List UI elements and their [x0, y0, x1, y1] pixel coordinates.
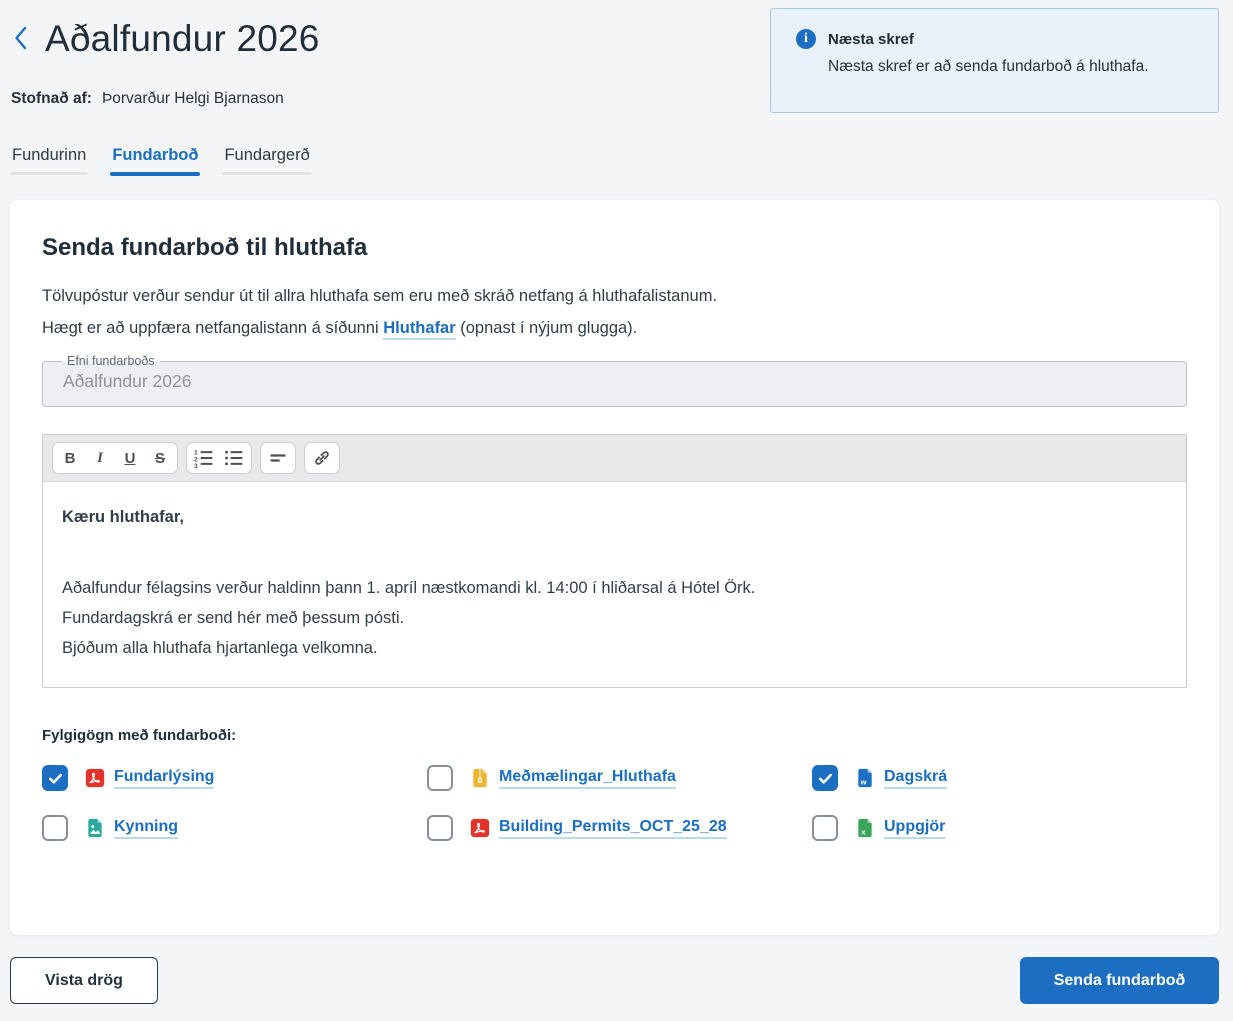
image-file-icon — [85, 818, 105, 838]
link-icon — [312, 448, 332, 468]
shareholders-link[interactable]: Hluthafar — [383, 319, 456, 340]
save-draft-button[interactable]: Vista drög — [10, 957, 158, 1004]
attachment-link[interactable]: Dagskrá — [884, 768, 948, 789]
attachment-checkbox[interactable] — [427, 815, 453, 841]
attachments-label: Fylgigögn með fundarboði: — [42, 727, 237, 744]
send-invitation-card: Senda fundarboð til hluthafa Tölvupóstur… — [10, 200, 1219, 935]
checkmark-icon — [817, 770, 834, 787]
bold-icon: B — [64, 449, 76, 467]
subject-field-label: Efni fundarboðs — [67, 354, 155, 368]
align-left-button[interactable] — [263, 444, 293, 472]
attachment-checkbox[interactable] — [427, 765, 453, 791]
created-by-value: Þorvarður Helgi Bjarnason — [101, 90, 284, 107]
zip-file-icon — [470, 768, 490, 788]
tab-fundarbo-[interactable]: Fundarboð — [110, 146, 201, 176]
page-title: Aðalfundur 2026 — [45, 18, 320, 59]
attachment-item: x Uppgjör — [812, 815, 1187, 841]
editor-toolbar: B I US 123 — [43, 435, 1186, 482]
created-by: Stofnað af: Þorvarður Helgi Bjarnason — [11, 90, 284, 108]
tab-label: Fundarboð — [112, 146, 199, 164]
infobox-title: Næsta skref — [828, 30, 914, 48]
pdf-file-icon — [85, 768, 105, 788]
svg-text:3: 3 — [194, 463, 198, 468]
toolbar-button-group: B I US — [52, 442, 178, 474]
link-button[interactable] — [307, 444, 337, 472]
editor-line: Fundardagskrá er send hér með þessum pós… — [62, 609, 405, 627]
tab-bar: Fundurinn Fundarboð Fundargerð — [10, 146, 312, 176]
attachment-item: Building_Permits_OCT_25_28 — [427, 815, 812, 841]
attachment-item: w Dagskrá — [812, 765, 1187, 791]
info-icon: i — [796, 29, 816, 49]
attachment-item: Fundarlýsing — [42, 765, 427, 791]
tab-underline — [222, 172, 312, 175]
editor-line: Bjóðum alla hluthafa hjartanlega velkomn… — [62, 639, 378, 657]
tab-underline — [10, 172, 89, 175]
word-file-icon: w — [855, 768, 875, 788]
tab-fundurinn[interactable]: Fundurinn — [10, 146, 89, 176]
italic-button[interactable]: I — [85, 444, 115, 472]
bullet-list-icon — [224, 448, 244, 468]
italic-icon: I — [97, 449, 103, 466]
editor-line: Aðalfundur félagsins verður haldinn þann… — [62, 579, 756, 597]
attachment-link[interactable]: Kynning — [114, 818, 178, 839]
checkmark-icon — [47, 770, 64, 787]
back-button[interactable] — [12, 24, 29, 55]
pdf-file-icon — [470, 818, 490, 838]
meeting-invitation-page: Aðalfundur 2026 Stofnað af: Þorvarður Hel… — [0, 0, 1233, 1021]
editor-body[interactable]: Kæru hluthafar, Aðalfundur félagsins ver… — [43, 482, 1186, 687]
description-line-2: Hægt er að uppfæra netfangalistann á síð… — [42, 319, 1187, 340]
underline-icon: U — [124, 449, 136, 467]
tab-label: Fundargerð — [224, 146, 310, 164]
chevron-left-icon — [14, 26, 27, 53]
toolbar-button-group: 123 — [186, 442, 252, 474]
underline-button[interactable]: U — [115, 444, 145, 472]
next-step-infobox: i Næsta skref Næsta skref er að senda fu… — [770, 8, 1219, 113]
description-line-2-suffix: (opnast í nýjum glugga). — [455, 319, 638, 337]
toolbar-button-group — [260, 442, 296, 474]
attachments-grid: Fundarlýsing Meðmælingar_Hluthafa w Dagskrá… — [42, 765, 1187, 841]
attachment-link[interactable]: Fundarlýsing — [114, 768, 215, 789]
attachment-link[interactable]: Meðmælingar_Hluthafa — [499, 768, 676, 789]
strikethrough-icon: S — [154, 449, 165, 467]
svg-text:w: w — [860, 777, 867, 786]
attachment-item: Kynning — [42, 815, 427, 841]
header: Aðalfundur 2026 — [12, 18, 320, 60]
description-line-1: Tölvupóstur verður sendur út til allra h… — [42, 287, 718, 305]
created-by-label: Stofnað af: — [11, 90, 92, 107]
attachment-checkbox[interactable] — [42, 815, 68, 841]
bold-button[interactable]: B — [55, 444, 85, 472]
attachment-checkbox[interactable] — [42, 765, 68, 791]
tab-label: Fundurinn — [12, 146, 87, 164]
editor-greeting: Kæru hluthafar, — [62, 508, 184, 526]
excel-file-icon: x — [855, 818, 875, 838]
strikethrough-button[interactable]: S — [145, 444, 175, 472]
attachment-checkbox[interactable] — [812, 765, 838, 791]
card-title: Senda fundarboð til hluthafa — [42, 234, 368, 261]
toolbar-button-group — [304, 442, 340, 474]
ordered-list-icon: 123 — [194, 448, 214, 468]
align-left-icon — [268, 448, 288, 468]
ordered-list-button[interactable]: 123 — [189, 444, 219, 472]
footer-actions: Vista drög Senda fundarboð — [10, 957, 1219, 1004]
infobox-text: Næsta skref er að senda fundarboð á hlut… — [828, 58, 1149, 75]
tab-fundarger-[interactable]: Fundargerð — [222, 146, 312, 176]
rich-text-editor: B I US 123 Kæru hluthafar, Aðalfundur félag… — [42, 434, 1187, 688]
send-invitation-button[interactable]: Senda fundarboð — [1020, 957, 1219, 1004]
subject-field[interactable]: Efni fundarboðs Aðalfundur 2026 — [42, 354, 1187, 407]
attachment-checkbox[interactable] — [812, 815, 838, 841]
tab-underline — [110, 172, 201, 176]
description-line-2-prefix: Hægt er að uppfæra netfangalistann á síð… — [42, 319, 384, 337]
infobox-header: i Næsta skref — [796, 29, 1194, 49]
attachment-link[interactable]: Uppgjör — [884, 818, 946, 839]
subject-field-value: Aðalfundur 2026 — [63, 371, 192, 391]
attachment-item: Meðmælingar_Hluthafa — [427, 765, 812, 791]
bullet-list-button[interactable] — [219, 444, 249, 472]
attachment-link[interactable]: Building_Permits_OCT_25_28 — [499, 818, 727, 839]
